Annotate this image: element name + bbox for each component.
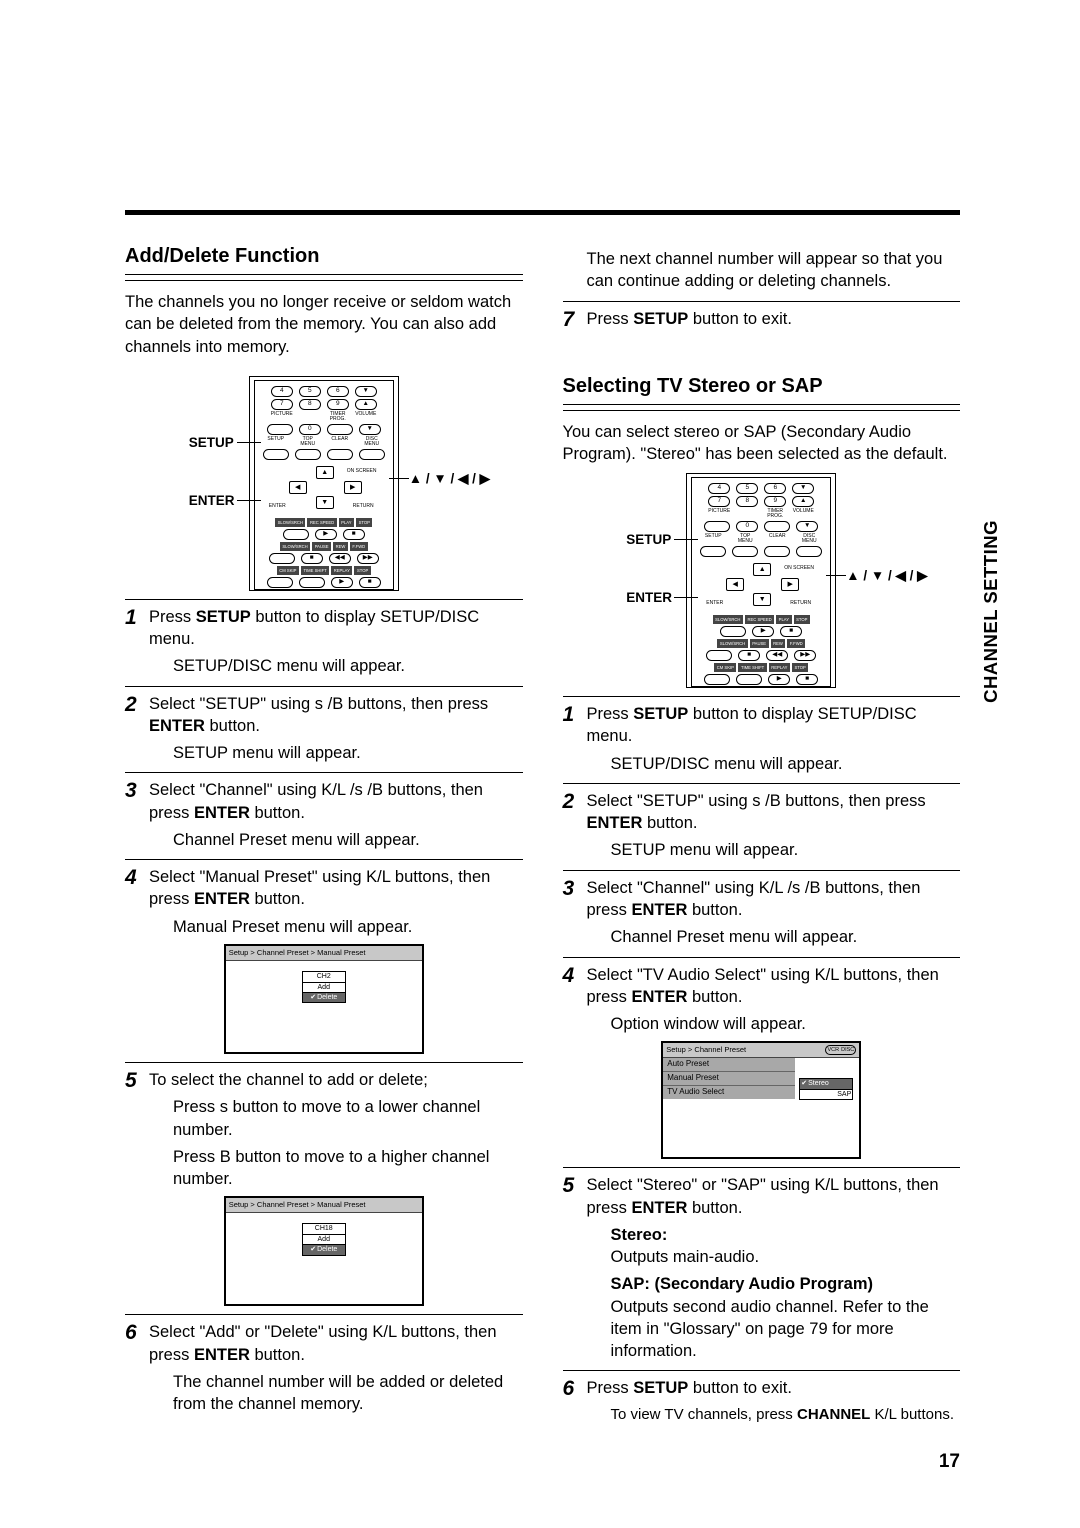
section-title-add-delete: Add/Delete Function [125, 243, 523, 270]
label-arrows: ▲ / ▼ / ◀ / ▶ [846, 567, 927, 585]
step-2r: 2 Select "SETUP" using s /B buttons, the… [563, 790, 961, 862]
section-intro: You can select stereo or SAP (Secondary … [563, 421, 961, 466]
step-5r: 5 Select "Stereo" or "SAP" using K/L but… [563, 1174, 961, 1362]
label-arrows: ▲ / ▼ / ◀ / ▶ [409, 470, 490, 488]
content-columns: Add/Delete Function The channels you no … [125, 243, 960, 1429]
label-setup: SETUP [189, 434, 234, 452]
side-tab-label: CHANNEL SETTING [980, 520, 1002, 703]
label-setup: SETUP [626, 531, 671, 549]
osd-tv-audio-select: Setup > Channel Preset VCRDISC Auto Pres… [661, 1041, 861, 1159]
osd-manual-preset-2: Setup > Channel Preset > Manual Preset C… [224, 1196, 424, 1306]
step-3: 3 Select "Channel" using K/L /s /B butto… [125, 779, 523, 851]
continuation-text: The next channel number will appear so t… [587, 248, 961, 293]
label-enter: ENTER [626, 589, 672, 607]
osd-manual-preset-1: Setup > Channel Preset > Manual Preset C… [224, 944, 424, 1054]
section-intro: The channels you no longer receive or se… [125, 291, 523, 358]
step-3r: 3 Select "Channel" using K/L /s /B butto… [563, 877, 961, 949]
label-enter: ENTER [189, 492, 235, 510]
right-column: The next channel number will appear so t… [563, 243, 961, 1429]
step-6r: 6 Press SETUP button to exit. To view TV… [563, 1377, 961, 1425]
page-number: 17 [939, 1451, 960, 1473]
remote-diagram: SETUP ENTER ▲ / ▼ / ◀ / ▶ 456▼ 789▲ PICT… [249, 376, 399, 591]
step-1r: 1 Press SETUP button to display SETUP/DI… [563, 703, 961, 775]
step-1: 1 Press SETUP button to display SETUP/DI… [125, 606, 523, 678]
top-rule [125, 210, 960, 215]
step-6: 6 Select "Add" or "Delete" using K/L but… [125, 1321, 523, 1415]
section-title-stereo-sap: Selecting TV Stereo or SAP [563, 373, 961, 400]
remote-diagram: SETUP ENTER ▲ / ▼ / ◀ / ▶ 456▼ 789▲ PICT… [686, 473, 836, 688]
left-column: Add/Delete Function The channels you no … [125, 243, 523, 1429]
step-4: 4 Select "Manual Preset" using K/L butto… [125, 866, 523, 938]
step-5: 5 To select the channel to add or delete… [125, 1069, 523, 1190]
section-underline [125, 274, 523, 281]
step-7: 7 Press SETUP button to exit. [563, 308, 961, 331]
step-4r: 4 Select "TV Audio Select" using K/L but… [563, 964, 961, 1036]
step-2: 2 Select "SETUP" using s /B buttons, the… [125, 693, 523, 765]
section-underline [563, 404, 961, 411]
manual-page: Add/Delete Function The channels you no … [0, 0, 1080, 1528]
